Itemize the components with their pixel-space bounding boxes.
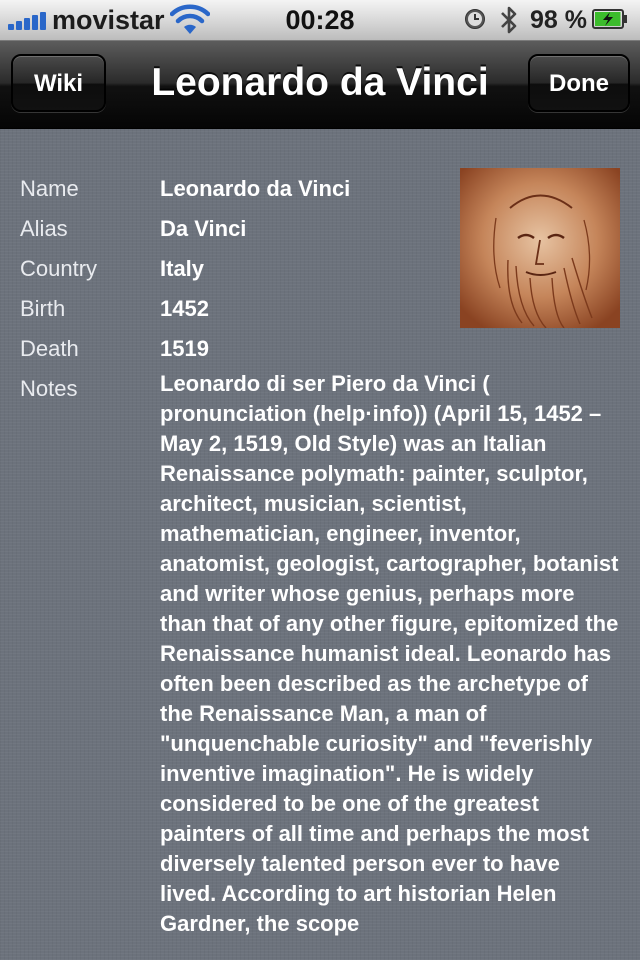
bluetooth-icon	[501, 6, 517, 34]
navigation-bar: Wiki Leonardo da Vinci Done	[0, 41, 640, 129]
field-value: 1452	[160, 296, 209, 321]
field-value: Italy	[160, 256, 205, 281]
field-value: Leonardo da Vinci	[160, 176, 351, 201]
battery-percent: 98 %	[530, 6, 587, 34]
field-label: Alias	[20, 216, 68, 241]
clock-icon	[465, 9, 485, 29]
notes-label: Notes	[20, 376, 78, 401]
field-label: Death	[20, 336, 79, 361]
field-label: Country	[20, 256, 98, 281]
notes-text: Leonardo di ser Piero da Vinci ( pronunc…	[160, 371, 619, 936]
battery-icon	[592, 9, 627, 29]
done-button[interactable]: Done	[528, 54, 630, 112]
wiki-button[interactable]: Wiki	[11, 54, 106, 112]
page-title: Leonardo da Vinci	[151, 61, 489, 104]
field-label: Birth	[20, 296, 66, 321]
detail-view[interactable]: Name Leonardo da Vinci Alias Da Vinci Co…	[0, 129, 640, 960]
portrait-image	[460, 168, 620, 328]
status-bar: movistar 00:28 98 %	[0, 0, 640, 41]
field-value: 1519	[160, 336, 209, 361]
field-value: Da Vinci	[160, 216, 247, 241]
portrait-sketch-icon	[460, 168, 620, 328]
field-label: Name	[20, 176, 79, 201]
